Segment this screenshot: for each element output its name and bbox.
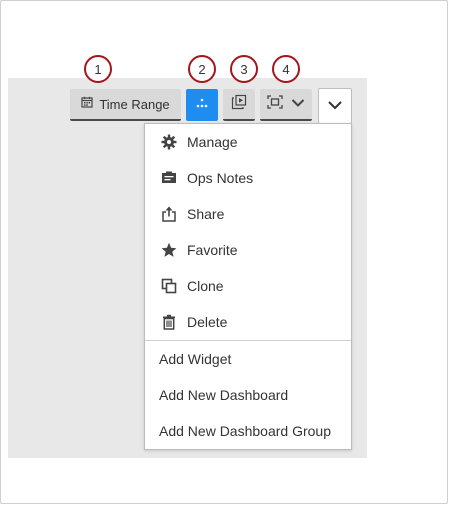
more-menu-toggle[interactable] xyxy=(318,88,352,124)
menu-item-add-new-dashboard-group[interactable]: Add New Dashboard Group xyxy=(145,413,351,449)
clone-icon xyxy=(160,277,178,295)
dashboard-options-button[interactable] xyxy=(186,89,218,121)
time-range-button[interactable]: Time Range xyxy=(70,89,181,121)
menu-item-delete[interactable]: Delete xyxy=(145,304,351,340)
menu-item-add-new-dashboard[interactable]: Add New Dashboard xyxy=(145,377,351,413)
dots-icon xyxy=(195,96,209,114)
callout-number: 2 xyxy=(198,61,206,77)
menu-item-favorite[interactable]: Favorite xyxy=(145,232,351,268)
trash-icon xyxy=(160,313,178,331)
callout-4: 4 xyxy=(272,55,300,83)
star-icon xyxy=(160,241,178,259)
slideshow-button[interactable] xyxy=(223,89,255,121)
menu-item-label: Manage xyxy=(187,134,238,150)
callout-3: 3 xyxy=(230,55,258,83)
menu-item-label: Add New Dashboard xyxy=(159,387,289,403)
chevron-down-icon xyxy=(327,97,343,115)
time-range-label: Time Range xyxy=(99,96,170,112)
calendar-icon xyxy=(81,95,93,113)
menu-item-add-widget[interactable]: Add Widget xyxy=(145,341,351,377)
menu-item-manage[interactable]: Manage xyxy=(145,124,351,160)
menu-item-label: Clone xyxy=(187,278,224,294)
dashboard-dropdown-menu: Manage Ops Notes Share Favorite Clone De… xyxy=(144,123,352,450)
menu-item-label: Favorite xyxy=(187,242,238,258)
callout-number: 1 xyxy=(94,61,102,77)
menu-item-label: Ops Notes xyxy=(187,170,254,186)
menu-item-share[interactable]: Share xyxy=(145,196,351,232)
callout-number: 4 xyxy=(282,61,290,77)
callout-number: 3 xyxy=(240,61,248,77)
menu-item-label: Delete xyxy=(187,314,228,330)
share-icon xyxy=(160,205,178,223)
fullscreen-icon xyxy=(267,94,283,114)
menu-item-clone[interactable]: Clone xyxy=(145,268,351,304)
fullscreen-dropdown-button[interactable] xyxy=(260,89,312,121)
callout-1: 1 xyxy=(84,55,112,83)
menu-item-label: Add New Dashboard Group xyxy=(159,423,331,439)
menu-item-label: Share xyxy=(187,206,225,222)
callout-2: 2 xyxy=(188,55,216,83)
menu-item-label: Add Widget xyxy=(159,351,232,367)
slideshow-icon xyxy=(231,94,247,115)
menu-item-ops-notes[interactable]: Ops Notes xyxy=(145,160,351,196)
notes-icon xyxy=(160,169,178,187)
gear-icon xyxy=(160,133,178,151)
chevron-down-icon xyxy=(291,95,305,113)
